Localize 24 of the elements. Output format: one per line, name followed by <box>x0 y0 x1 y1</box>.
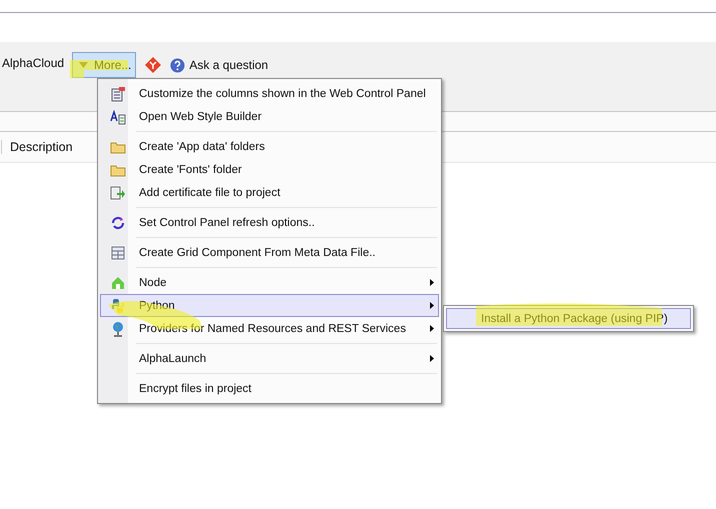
globe-icon <box>110 320 126 336</box>
menu-item[interactable]: Create Grid Component From Meta Data File.. <box>100 241 439 264</box>
menu-item[interactable]: AlphaLaunch <box>100 347 439 370</box>
menu-item[interactable]: Set Control Panel refresh options.. <box>100 211 439 234</box>
menu-item[interactable]: Node <box>100 271 439 294</box>
help-text: Ask a question <box>189 58 268 72</box>
help-icon <box>170 58 186 72</box>
toolbar-label: AlphaCloud <box>2 55 64 72</box>
menu-item[interactable]: Open Web Style Builder <box>100 105 439 128</box>
menu-item[interactable]: Encrypt files in project <box>100 377 439 400</box>
refresh-icon <box>110 214 126 230</box>
menu-item[interactable]: Add certificate file to project <box>100 181 439 204</box>
menu-item[interactable]: Create 'Fonts' folder <box>100 158 439 181</box>
caret-icon <box>79 62 88 68</box>
grid-icon <box>110 244 126 260</box>
menu-item[interactable]: Customize the columns shown in the Web Control Panel <box>100 82 439 105</box>
help-link[interactable]: Ask a question <box>170 52 268 78</box>
font-style-icon <box>110 108 126 124</box>
columns-icon <box>110 86 126 102</box>
document-arrow-icon <box>110 184 126 200</box>
column-header[interactable]: Description <box>1 140 73 154</box>
menu-item[interactable]: Create 'App data' folders <box>100 135 439 158</box>
house-icon <box>110 274 126 290</box>
snake-logo-icon <box>110 298 126 314</box>
